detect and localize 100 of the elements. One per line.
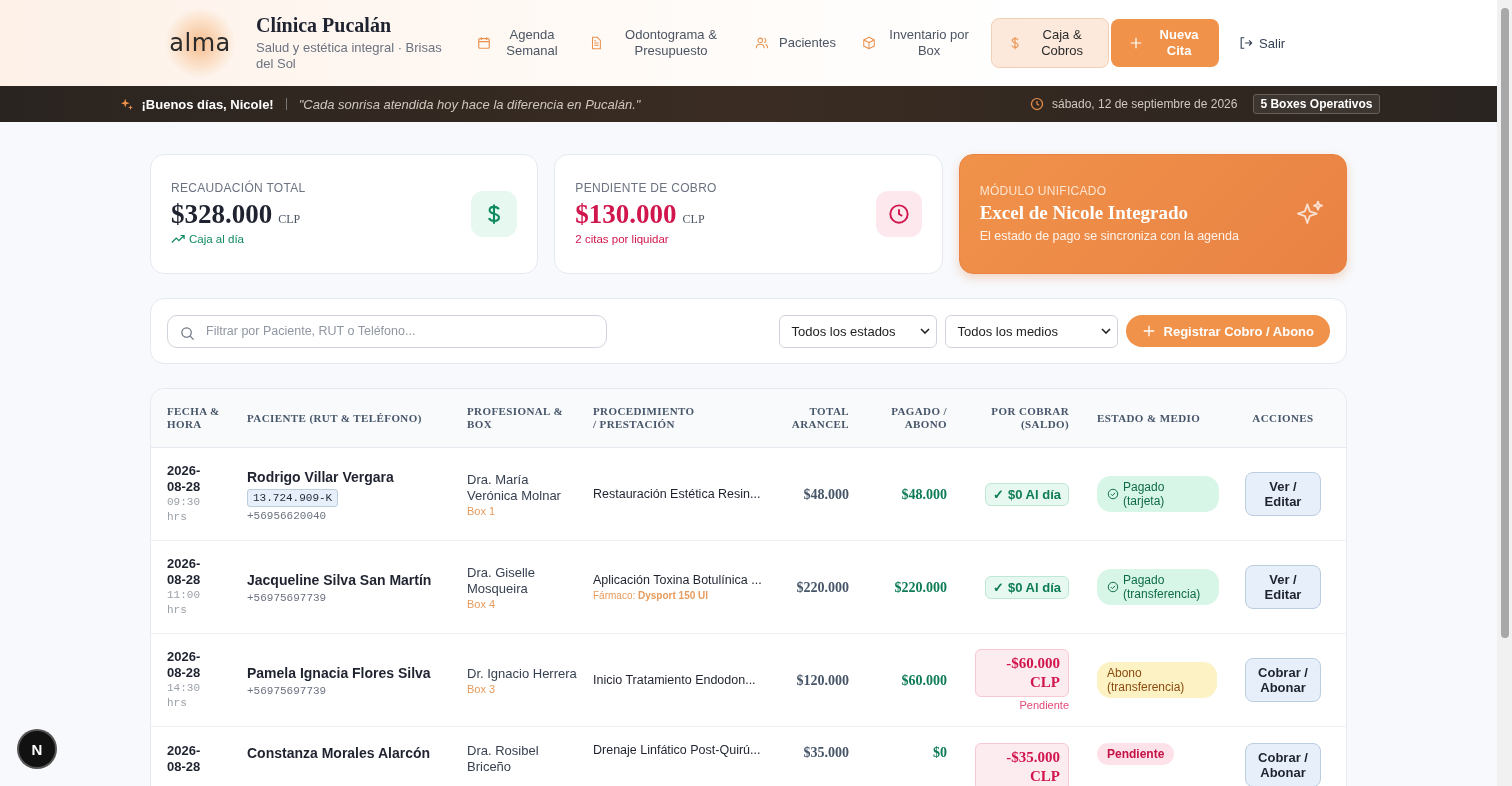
date-text: 2026-08-28 [167,649,202,681]
check-circle-icon [1107,488,1119,500]
scrollbar[interactable] [1497,0,1512,786]
sparkles-icon [119,97,134,111]
professional-name: Dra. María Verónica Molnar [467,471,562,504]
boxes-badge: 5 Boxes Operativos [1253,94,1380,114]
phone-text: +56956620040 [247,509,327,522]
paid-amount: $0 [933,745,947,760]
date-label: sábado, 12 de septiembre de 2026 [1051,97,1238,111]
drug-label: Fármaco: [593,590,636,601]
plus-icon [1141,324,1156,338]
stat-value: $130.000 [575,199,677,230]
chevron-down-icon [1100,328,1111,334]
greeting: ¡Buenos días, Nicole! [141,96,274,112]
patient-name: Constanza Morales Alarcón [247,744,432,763]
professional-name: Dra. Rosibel Briceño [467,743,540,775]
search-icon [180,325,195,341]
date-text: 2026-08-28 [167,463,202,495]
currency-unit: CLP [278,212,301,227]
total-amount: $48.000 [803,487,849,502]
stat-note: Caja al día [189,233,244,245]
phone-text: +56975697739 [247,592,327,604]
clock-icon [875,191,922,237]
dev-badge[interactable]: N [19,731,55,767]
professional-name: Dra. Giselle Mosqueira [467,564,536,597]
dollar-icon [471,191,518,237]
balance-tag: ✓ $0 Al día [985,575,1069,599]
professional-name: Dr. Ignacio Herrera [467,665,577,682]
column-header: FECHA & HORA [167,405,220,430]
drug-name: Dysport 150 UI [638,590,709,601]
patient-name: Rodrigo Villar Vergara [247,467,395,487]
column-header: PROCEDIMIENTO / PRESTACIÓN [593,405,695,430]
nav-link[interactable]: Agenda Semanal [464,20,576,66]
nav-link[interactable]: Pacientes [742,28,850,58]
status-pill: Pagado (transferencia) [1097,569,1219,605]
check-circle-icon [1107,581,1119,593]
box-label: Box 1 [467,504,497,517]
column-header: PACIENTE (RUT & TELÉFONO) [247,411,422,424]
balance-tag: -$60.000 CLP [975,649,1069,697]
stat-label: MÓDULO UNIFICADO [979,184,1108,198]
currency-unit: CLP [682,212,705,227]
box-icon [862,36,877,50]
chevron-down-icon [919,328,930,334]
nav-link[interactable]: Inventario por Box [849,20,986,66]
tagline: Salud y estética integral · Brisas del Sol [256,40,443,72]
total-amount: $220.000 [796,580,849,595]
action-button[interactable]: Cobrar / Abonar [1245,658,1321,702]
status-pill: Abono (transferencia) [1097,662,1217,698]
logout-icon [1239,36,1254,50]
stat-label: RECAUDACIÓN TOTAL [171,181,306,195]
box-label: Box 4 [467,597,497,610]
action-button[interactable]: Cobrar / Abonar [1245,743,1321,786]
time-text: 09:30 hrs [167,495,201,525]
phone-text: +56975697739 [247,685,327,697]
calendar-icon [477,36,491,50]
clock-icon [1029,97,1044,111]
time-text: 14:30 hrs [167,681,201,711]
balance-tag: -$35.000 CLP [975,743,1069,786]
action-button[interactable]: Ver / Editar [1245,472,1321,516]
date-text: 2026-08-28 [167,556,202,588]
logo: alma [169,29,231,57]
balance-note: Pendiente [1019,699,1069,711]
column-header: ESTADO & MEDIO [1097,411,1201,424]
patient-name: Jacqueline Silva San Martín [247,571,433,590]
stat-label: PENDIENTE DE COBRO [575,181,717,195]
time-text: 11:00 hrs [167,588,201,618]
box-label: Box 3 [467,682,497,695]
column-header: POR COBRAR (SALDO) [991,405,1069,430]
trend-up-icon [171,234,185,244]
paid-amount: $220.000 [894,580,947,595]
clinic-name: Clínica Pucalán [256,14,392,37]
method-dropdown[interactable]: Todos los medios [944,314,1118,348]
action-button[interactable]: Ver / Editar [1245,565,1321,609]
column-header: TOTAL ARANCEL [791,405,849,430]
column-header: PAGADO / ABONO [891,405,947,430]
stat-value: $328.000 [171,199,273,230]
column-header: ACCIONES [1252,411,1314,424]
stat-value: Excel de Nicole Integrado [979,202,1189,224]
stat-note: 2 citas por liquidar [575,233,669,245]
paid-amount: $60.000 [901,673,947,688]
status-pill: Pagado (tarjeta) [1097,476,1219,512]
document-icon [589,36,603,50]
paid-amount: $48.000 [901,487,947,502]
status-pill: Pendiente [1097,743,1175,765]
column-header: PROFESIONAL & BOX [467,405,563,430]
users-icon [755,36,769,50]
procedure-text: Inicio Tratamiento Endodon... [593,673,757,687]
date-text: 2026-08-28 [167,743,202,775]
search-field[interactable]: Filtrar por Paciente, RUT o Teléfono... [167,314,607,348]
rut-tag: 13.724.909-K [247,488,339,507]
plus-icon [1129,36,1144,50]
logout-link[interactable]: Salir [1239,35,1286,51]
balance-tag: ✓ $0 Al día [985,482,1069,506]
nav-link[interactable]: Caja & Cobros [991,18,1110,68]
status-dropdown[interactable]: Todos los estados [778,314,937,348]
total-amount: $120.000 [796,673,849,688]
quote: "Cada sonrisa atendida hoy hace la diferencia en Pucalán." [298,96,641,112]
total-amount: $35.000 [803,745,849,760]
nav-link[interactable]: Odontograma & Presupuesto [576,20,742,66]
stat-note: El estado de pago se sincroniza con la agenda [979,229,1239,243]
